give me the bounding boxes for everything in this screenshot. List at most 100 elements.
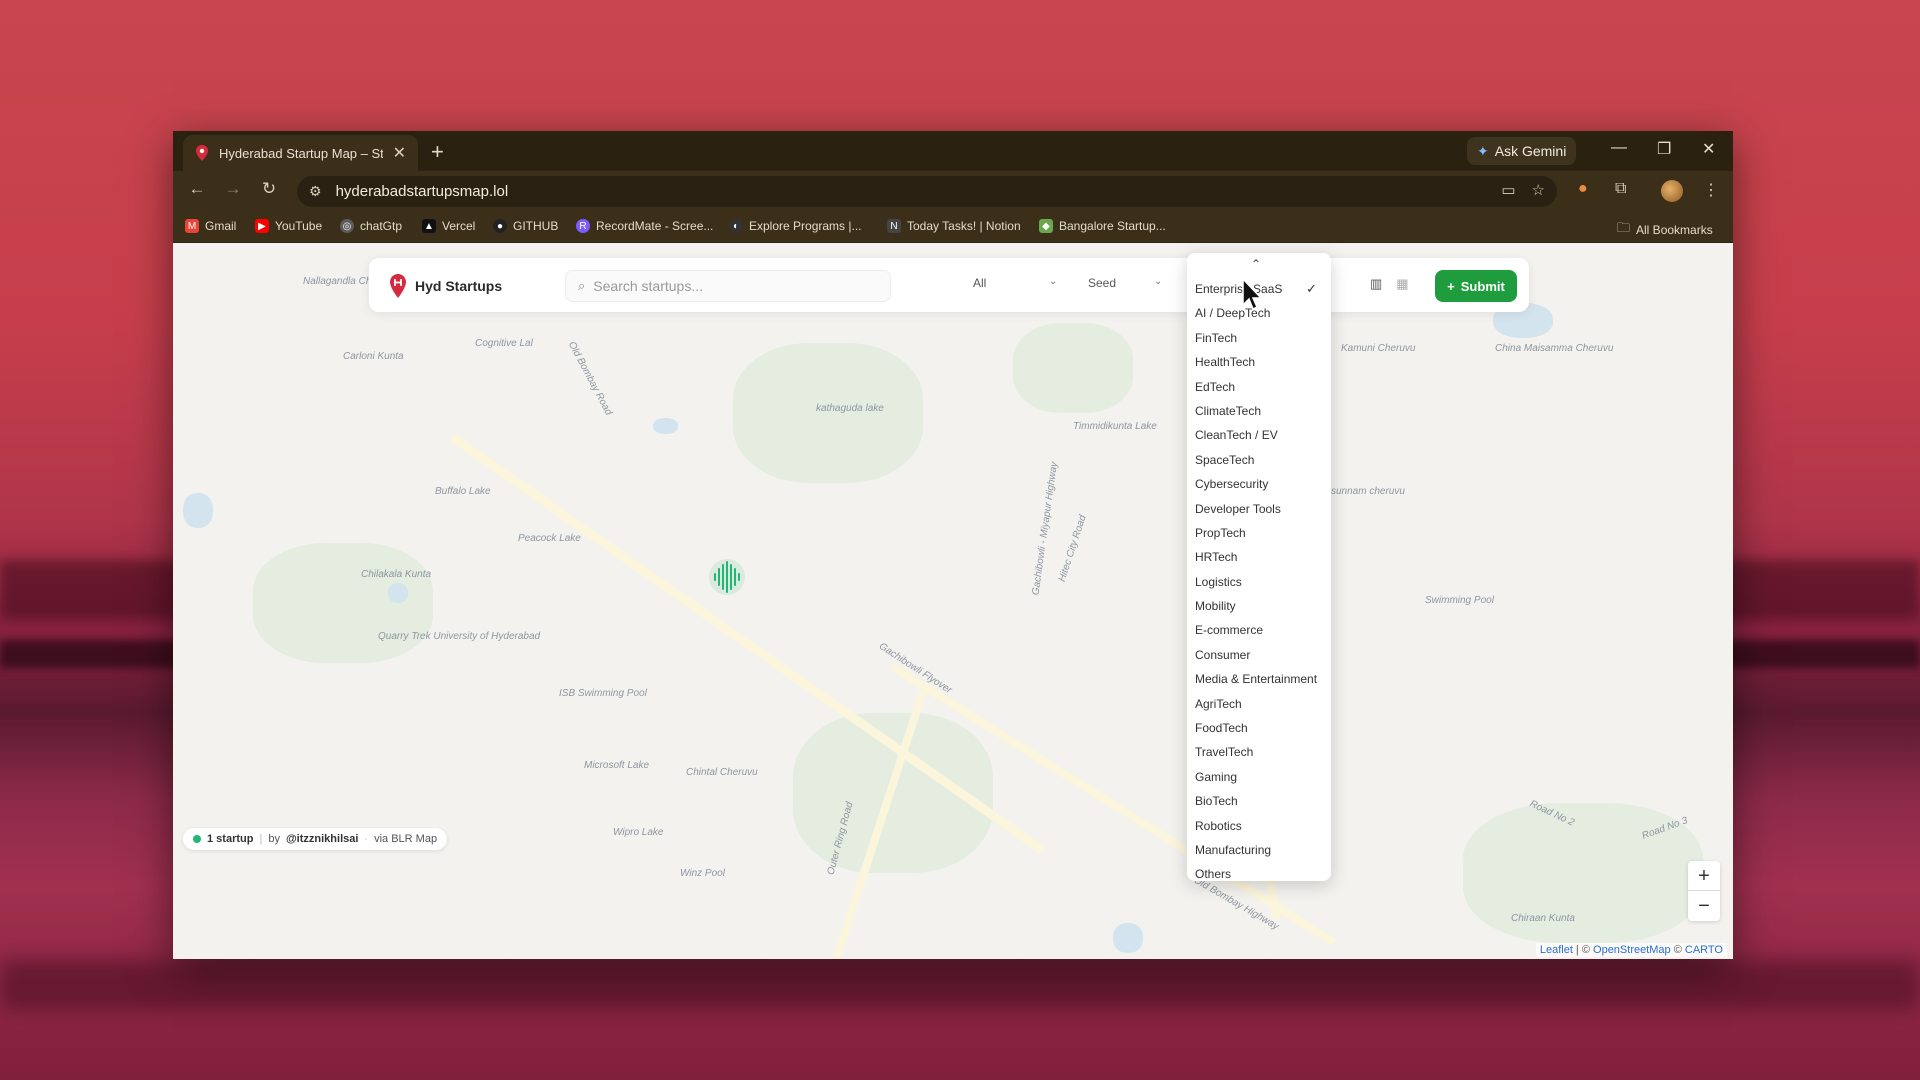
search-input[interactable] xyxy=(593,278,864,294)
sector-option-label: E-commerce xyxy=(1195,623,1264,638)
sector-option[interactable]: BioTech xyxy=(1187,789,1331,813)
osm-link[interactable]: OpenStreetMap xyxy=(1593,944,1671,956)
map-label: Timmidikunta Lake xyxy=(1073,421,1157,432)
bookmark-bangalore[interactable]: ◆ Bangalore Startup... xyxy=(1039,219,1166,233)
bookmark-star-icon[interactable]: ☆ xyxy=(1532,181,1545,199)
startup-marker[interactable] xyxy=(707,557,747,597)
carto-link[interactable]: CARTO xyxy=(1685,944,1723,956)
map-label: Old Bombay Road xyxy=(565,339,614,418)
address-bar[interactable]: ⚙ hyderabadstartupsmap.lol ▭ ☆ xyxy=(297,176,1557,207)
bookmark-label: Bangalore Startup... xyxy=(1059,219,1166,233)
attribution-sep: © xyxy=(1670,944,1685,956)
search-box[interactable]: ⌕ xyxy=(565,270,891,302)
submit-label: Submit xyxy=(1460,278,1505,294)
chevron-up-icon[interactable]: ⌃ xyxy=(1251,257,1261,271)
check-icon: ✓ xyxy=(1306,281,1317,296)
sector-option[interactable]: HealthTech xyxy=(1187,350,1331,374)
sector-option-label: SpaceTech xyxy=(1195,452,1255,467)
sector-option[interactable]: CleanTech / EV xyxy=(1187,423,1331,447)
zoom-control: + − xyxy=(1688,861,1720,921)
zoom-in-button[interactable]: + xyxy=(1688,861,1720,891)
grid-view-icon[interactable]: ▦ xyxy=(1396,276,1408,292)
sector-dropdown[interactable]: ⌃ Enterprise SaaS ✓ AI / DeepTech FinTech He… xyxy=(1187,253,1331,881)
bookmark-recordmate[interactable]: R RecordMate - Scree... xyxy=(576,219,713,233)
sector-option[interactable]: EdTech xyxy=(1187,375,1331,399)
map-label: Cognitive Lal xyxy=(475,338,533,349)
bookmark-explore[interactable]: ◐ Explore Programs |... xyxy=(729,219,862,233)
sector-option-label: CleanTech / EV xyxy=(1195,428,1278,443)
map-label: Hitec City Road xyxy=(1056,513,1089,584)
sector-option-label: BioTech xyxy=(1195,794,1238,809)
brand-name: Hyd Startups xyxy=(415,278,503,294)
stage-filter-select[interactable]: Seed ⌄ xyxy=(1088,276,1162,290)
sector-option[interactable]: Cybersecurity xyxy=(1187,472,1331,496)
sector-option[interactable]: TravelTech xyxy=(1187,740,1331,764)
ask-gemini-button[interactable]: ✦ Ask Gemini xyxy=(1467,137,1577,165)
bookmark-github[interactable]: ● GITHUB xyxy=(493,219,558,233)
bookmark-chatgpt[interactable]: ◎ chatGtp xyxy=(340,219,402,233)
sector-option[interactable]: Mobility xyxy=(1187,594,1331,618)
map-attribution: Leaflet | © OpenStreetMap © CARTO xyxy=(1535,943,1727,957)
sector-option[interactable]: HRTech xyxy=(1187,545,1331,569)
map-pin-icon xyxy=(196,145,208,161)
separator: · xyxy=(364,833,369,845)
brand[interactable]: Hyd Startups xyxy=(389,274,502,298)
zoom-out-button[interactable]: − xyxy=(1688,891,1720,921)
sector-option[interactable]: Others xyxy=(1187,862,1331,886)
bookmark-notion[interactable]: N Today Tasks! | Notion xyxy=(887,219,1021,233)
leaflet-link[interactable]: Leaflet xyxy=(1540,944,1573,956)
sector-option[interactable]: FinTech xyxy=(1187,326,1331,350)
map-page[interactable]: Nallagandla Cheruvu Cognitive Lal Old Bo… xyxy=(173,243,1733,959)
sector-option[interactable]: Consumer xyxy=(1187,643,1331,667)
profile-avatar[interactable] xyxy=(1661,180,1683,202)
sector-option-label: Mobility xyxy=(1195,599,1236,614)
site-settings-icon[interactable]: ⚙ xyxy=(309,183,322,200)
map-label: Quarry Trek University of Hyderabad xyxy=(378,631,541,642)
plus-icon: + xyxy=(1447,278,1455,294)
install-app-icon[interactable]: ▭ xyxy=(1501,181,1515,199)
map-view-icon[interactable]: ▥ xyxy=(1370,276,1382,292)
github-icon: ● xyxy=(493,219,507,233)
sector-option-label: Cybersecurity xyxy=(1195,477,1269,492)
bookmark-gmail[interactable]: M Gmail xyxy=(185,219,236,233)
browser-toolbar: ← → ↻ ⚙ hyderabadstartupsmap.lol ▭ ☆ ● ⧉… xyxy=(173,171,1733,211)
all-bookmarks-button[interactable]: 🗀 All Bookmarks xyxy=(1617,219,1713,241)
forward-icon[interactable]: → xyxy=(221,179,245,199)
extension-icon[interactable]: ● xyxy=(1578,180,1588,198)
sector-option[interactable]: AgriTech xyxy=(1187,692,1331,716)
bookmark-vercel[interactable]: ▲ Vercel xyxy=(422,219,475,233)
close-window-icon[interactable]: ✕ xyxy=(1702,139,1715,159)
sector-option[interactable]: Manufacturing xyxy=(1187,838,1331,862)
back-icon[interactable]: ← xyxy=(185,179,209,199)
sector-option[interactable]: Logistics xyxy=(1187,570,1331,594)
stage-filter-value: Seed xyxy=(1088,276,1117,290)
submit-button[interactable]: + Submit xyxy=(1435,270,1517,302)
sector-option-label: Manufacturing xyxy=(1195,842,1272,857)
tab-strip: Hyderabad Startup Map – Start ✕ + ✦ Ask … xyxy=(173,131,1733,171)
sector-option-label: FoodTech xyxy=(1195,721,1248,736)
sector-option[interactable]: Gaming xyxy=(1187,765,1331,789)
sector-option[interactable]: Media & Entertainment xyxy=(1187,667,1331,691)
sector-option[interactable]: FoodTech xyxy=(1187,716,1331,740)
author-link[interactable]: @itzznikhilsai xyxy=(286,833,358,845)
category-filter-select[interactable]: All ⌄ xyxy=(973,276,1057,290)
extensions-puzzle-icon[interactable]: ⧉ xyxy=(1615,180,1626,198)
sector-option[interactable]: PropTech xyxy=(1187,521,1331,545)
sector-option[interactable]: Developer Tools xyxy=(1187,497,1331,521)
minimize-icon[interactable]: — xyxy=(1611,139,1627,157)
close-tab-icon[interactable]: ✕ xyxy=(393,143,406,163)
menu-kebab-icon[interactable]: ⋮ xyxy=(1703,180,1719,200)
new-tab-button[interactable]: + xyxy=(431,139,444,165)
sector-option[interactable]: Robotics xyxy=(1187,814,1331,838)
sector-option[interactable]: ClimateTech xyxy=(1187,399,1331,423)
active-tab[interactable]: Hyderabad Startup Map – Start ✕ xyxy=(183,135,418,171)
sector-option-label: Consumer xyxy=(1195,647,1251,662)
reload-icon[interactable]: ↻ xyxy=(257,179,281,199)
sector-option[interactable]: SpaceTech xyxy=(1187,448,1331,472)
via-link[interactable]: via BLR Map xyxy=(374,833,437,845)
attribution-sep: | © xyxy=(1572,944,1594,956)
bookmark-youtube[interactable]: ▶ YouTube xyxy=(255,219,322,233)
restore-icon[interactable]: ❐ xyxy=(1657,139,1671,159)
sector-option[interactable]: E-commerce xyxy=(1187,618,1331,642)
folder-icon: 🗀 xyxy=(1617,220,1631,235)
